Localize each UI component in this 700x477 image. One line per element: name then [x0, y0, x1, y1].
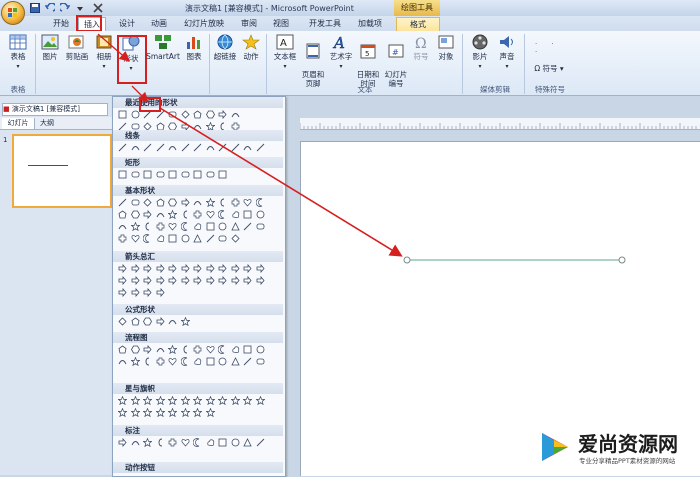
watermark-subtitle: 专业分享精品PPT素材资源的网站 [579, 457, 676, 465]
annotation-arrows [97, 33, 403, 257]
office-logo-icon [8, 8, 17, 17]
watermark-title: 爱尚资源网 [578, 432, 678, 456]
watermark-logo-icon [542, 433, 568, 461]
office-button[interactable] [1, 1, 25, 25]
